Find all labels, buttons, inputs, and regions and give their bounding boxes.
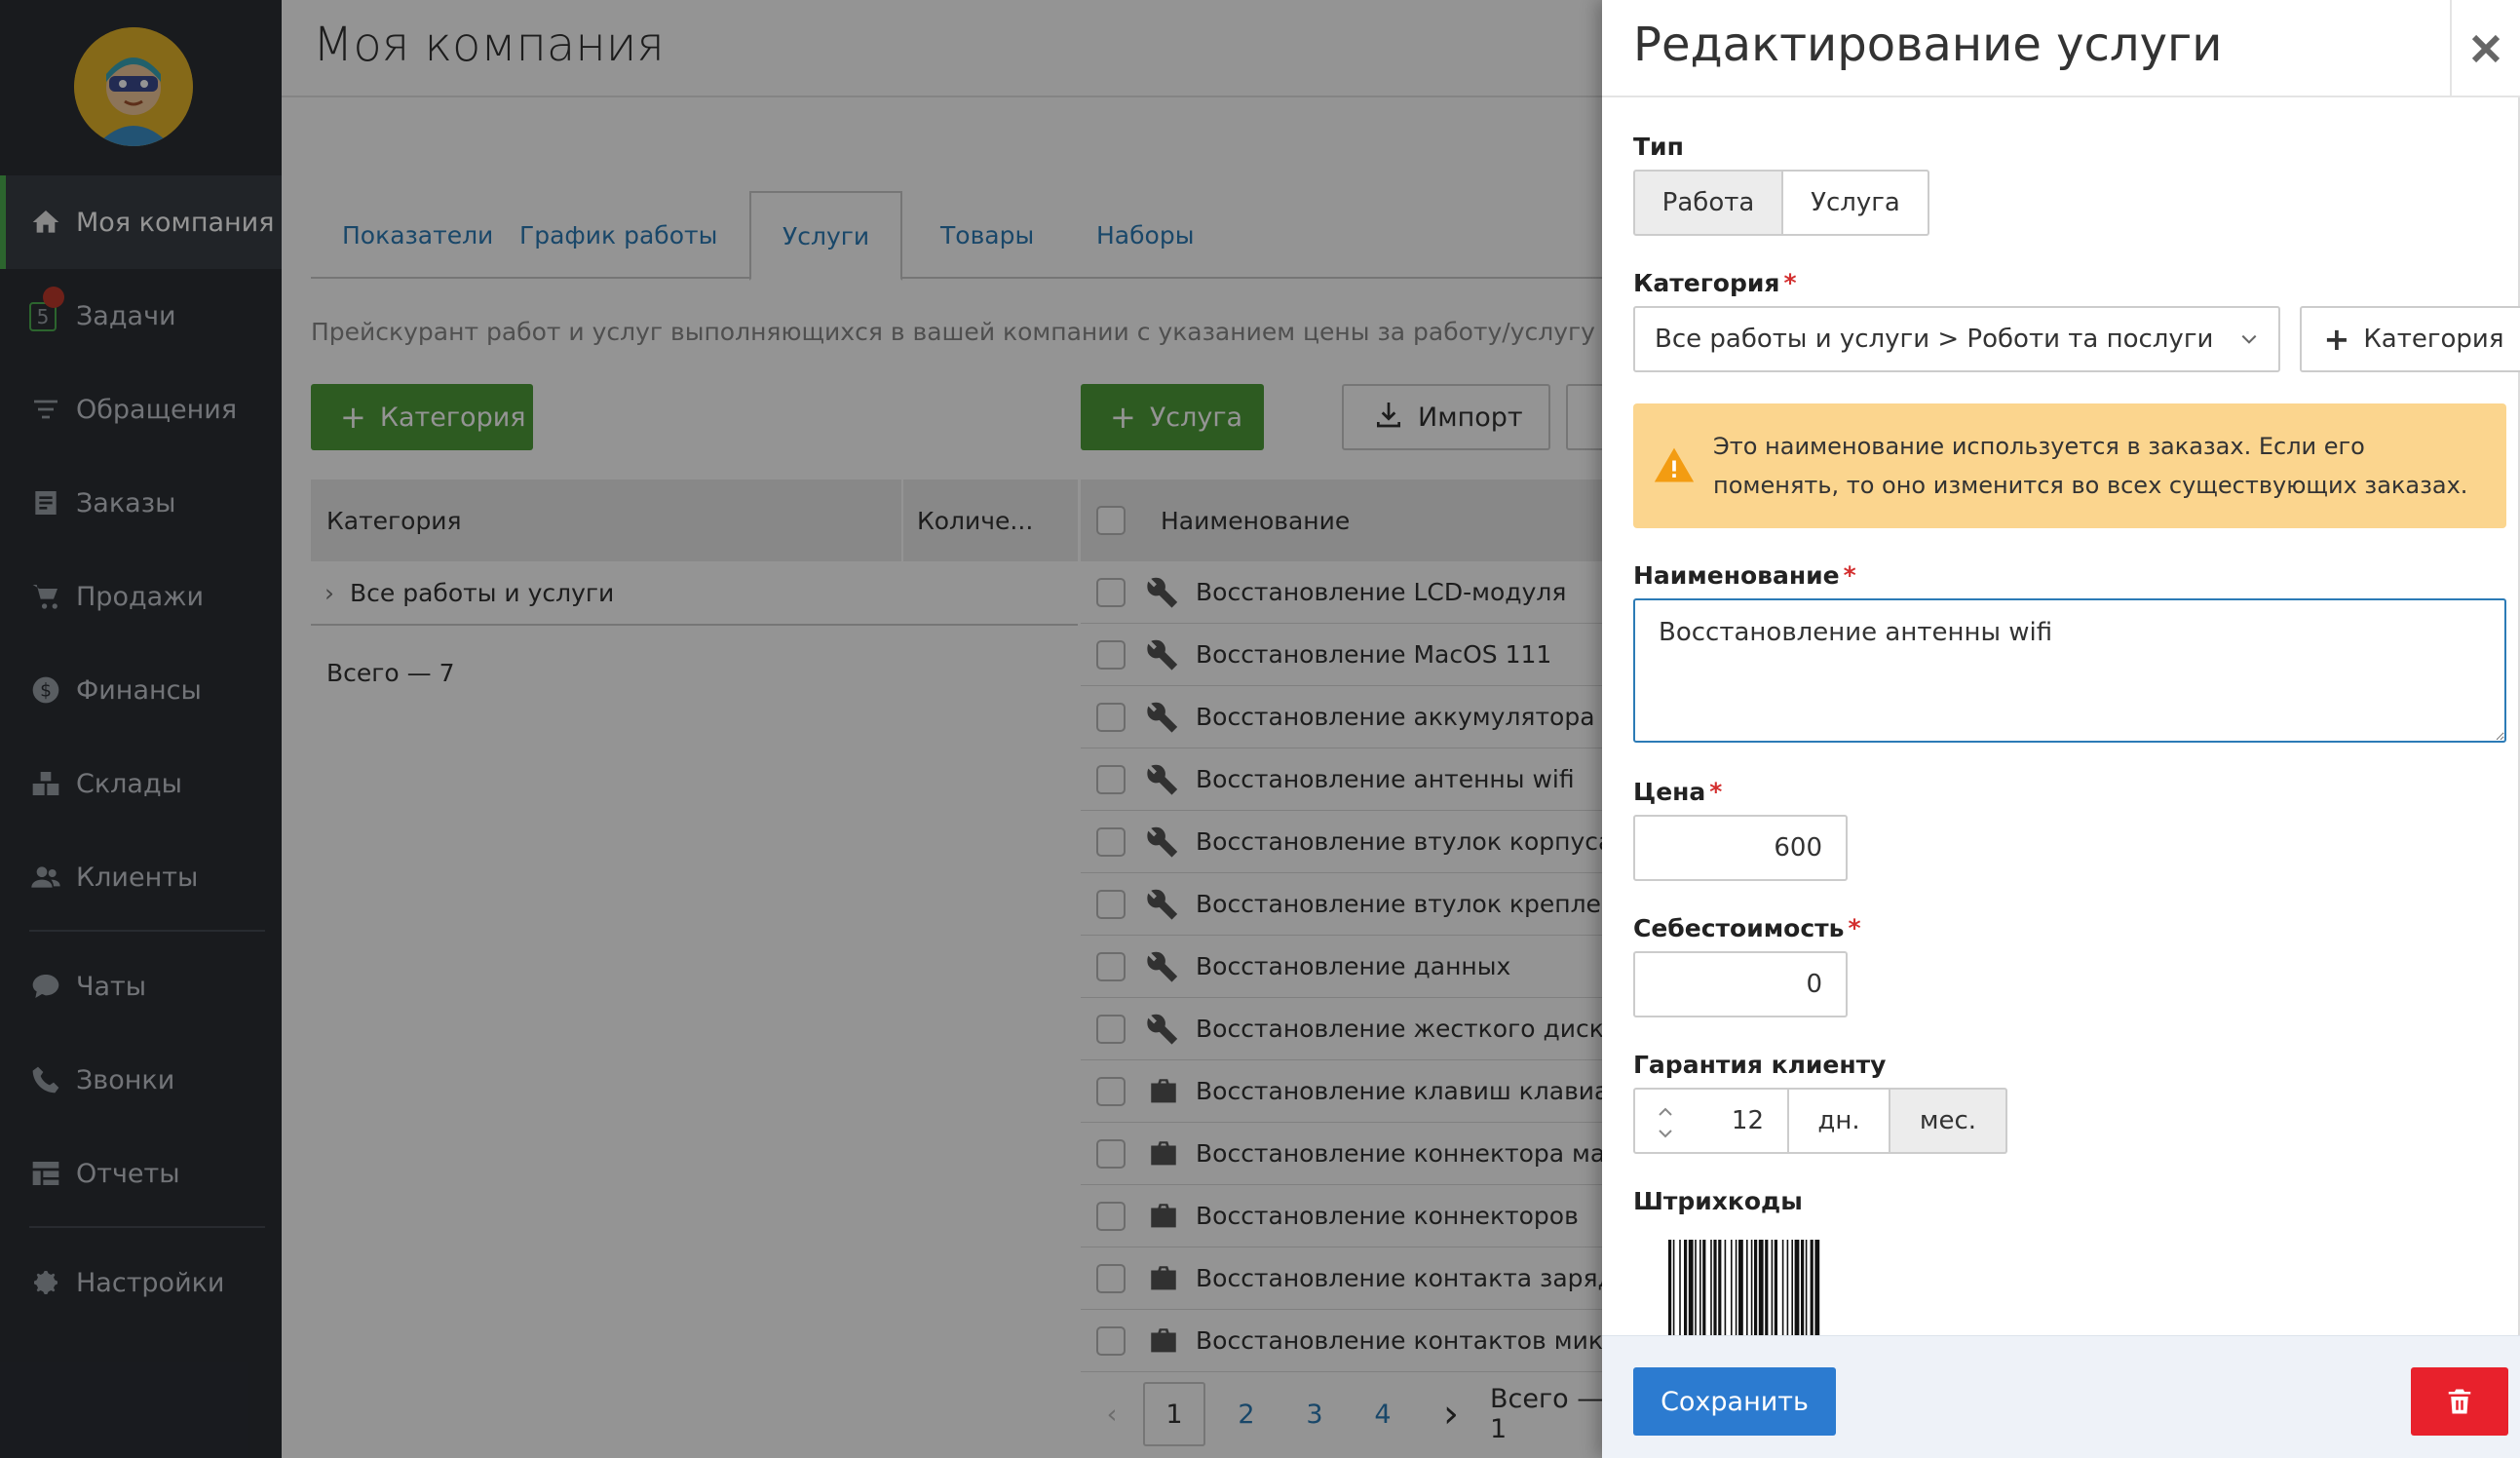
barcode-image[interactable] bbox=[1668, 1240, 1857, 1335]
warranty-group: 12 дн. мес. bbox=[1633, 1088, 2007, 1154]
type-label: Тип bbox=[1633, 133, 1684, 161]
warning-icon bbox=[1654, 447, 1695, 482]
barcode-bar bbox=[1684, 1240, 1688, 1335]
cost-input[interactable] bbox=[1633, 951, 1848, 1017]
barcode-bar bbox=[1746, 1240, 1748, 1335]
required-mark: * bbox=[1843, 561, 1856, 590]
warning-alert: Это наименование используется в заказах.… bbox=[1633, 403, 2506, 528]
warranty-unit-days[interactable]: дн. bbox=[1789, 1088, 1890, 1154]
barcode-bar bbox=[1695, 1240, 1697, 1335]
trash-icon bbox=[2448, 1389, 2471, 1414]
delete-button[interactable] bbox=[2411, 1367, 2508, 1436]
close-button[interactable] bbox=[2450, 0, 2520, 97]
barcode-bar bbox=[1786, 1240, 1789, 1335]
barcode-bar bbox=[1810, 1240, 1814, 1335]
drawer-footer: Сохранить bbox=[1602, 1335, 2520, 1458]
drawer-header: Редактирование услуги bbox=[1602, 0, 2520, 97]
edit-service-drawer: Редактирование услуги Тип Работа Услуга … bbox=[1602, 0, 2520, 1458]
category-label: Категория * bbox=[1633, 269, 1797, 297]
save-button[interactable]: Сохранить bbox=[1633, 1367, 1836, 1436]
category-select-value: Все работы и услуги > Роботи та послуги bbox=[1655, 325, 2214, 354]
price-input[interactable] bbox=[1633, 815, 1848, 881]
barcode-bar bbox=[1794, 1240, 1800, 1335]
barcode-bar bbox=[1710, 1240, 1712, 1335]
warranty-stepper[interactable]: 12 bbox=[1633, 1088, 1789, 1154]
modal-backdrop[interactable] bbox=[0, 0, 1602, 1458]
warning-text: Это наименование используется в заказах.… bbox=[1713, 433, 2468, 499]
barcode-bar bbox=[1754, 1240, 1758, 1335]
type-option-work[interactable]: Работа bbox=[1633, 170, 1783, 236]
barcode-bar bbox=[1801, 1240, 1805, 1335]
name-textarea[interactable]: Восстановление антенны wifi bbox=[1633, 598, 2506, 743]
barcode-bar bbox=[1781, 1240, 1784, 1335]
price-label: Цена * bbox=[1633, 778, 1723, 806]
barcode-bar bbox=[1805, 1240, 1808, 1335]
required-mark: * bbox=[1848, 914, 1861, 942]
add-category-button[interactable]: + Категория bbox=[2300, 306, 2520, 372]
barcode-bar bbox=[1718, 1240, 1722, 1335]
warranty-value: 12 bbox=[1731, 1106, 1764, 1135]
barcode-bar bbox=[1724, 1240, 1727, 1335]
barcodes-label: Штрихкоды bbox=[1633, 1187, 1803, 1215]
required-mark: * bbox=[1783, 269, 1797, 297]
barcode-bar bbox=[1702, 1240, 1706, 1335]
barcode-bar bbox=[1672, 1240, 1675, 1335]
barcode-bar bbox=[1765, 1240, 1769, 1335]
cost-label: Себестоимость * bbox=[1633, 914, 1861, 942]
stepper-arrows-icon[interactable] bbox=[1657, 1101, 1674, 1144]
plus-icon: + bbox=[2323, 321, 2350, 358]
category-select[interactable]: Все работы и услуги > Роботи та послуги bbox=[1633, 306, 2280, 372]
barcode-bar bbox=[1735, 1240, 1737, 1335]
warranty-label: Гарантия клиенту bbox=[1633, 1051, 1887, 1079]
warranty-unit-months[interactable]: мес. bbox=[1890, 1088, 2007, 1154]
barcode-bar bbox=[1713, 1240, 1717, 1335]
barcode-bar bbox=[1668, 1240, 1672, 1335]
type-option-service[interactable]: Услуга bbox=[1781, 170, 1929, 236]
barcode-bar bbox=[1791, 1240, 1793, 1335]
close-icon bbox=[2471, 34, 2501, 63]
barcode-bar bbox=[1814, 1240, 1820, 1335]
barcode-bar bbox=[1679, 1240, 1681, 1335]
barcode-bar bbox=[1758, 1240, 1764, 1335]
chevron-down-icon bbox=[2241, 334, 2257, 344]
barcode-bar bbox=[1731, 1240, 1733, 1335]
required-mark: * bbox=[1709, 778, 1723, 806]
name-label: Наименование * bbox=[1633, 561, 1856, 590]
barcode-bar bbox=[1771, 1240, 1774, 1335]
barcode-bar bbox=[1699, 1240, 1701, 1335]
barcode-bar bbox=[1738, 1240, 1743, 1335]
drawer-title: Редактирование услуги bbox=[1633, 18, 2223, 72]
barcode-bar bbox=[1688, 1240, 1694, 1335]
barcode-bar bbox=[1750, 1240, 1753, 1335]
barcode-bar bbox=[1774, 1240, 1777, 1335]
